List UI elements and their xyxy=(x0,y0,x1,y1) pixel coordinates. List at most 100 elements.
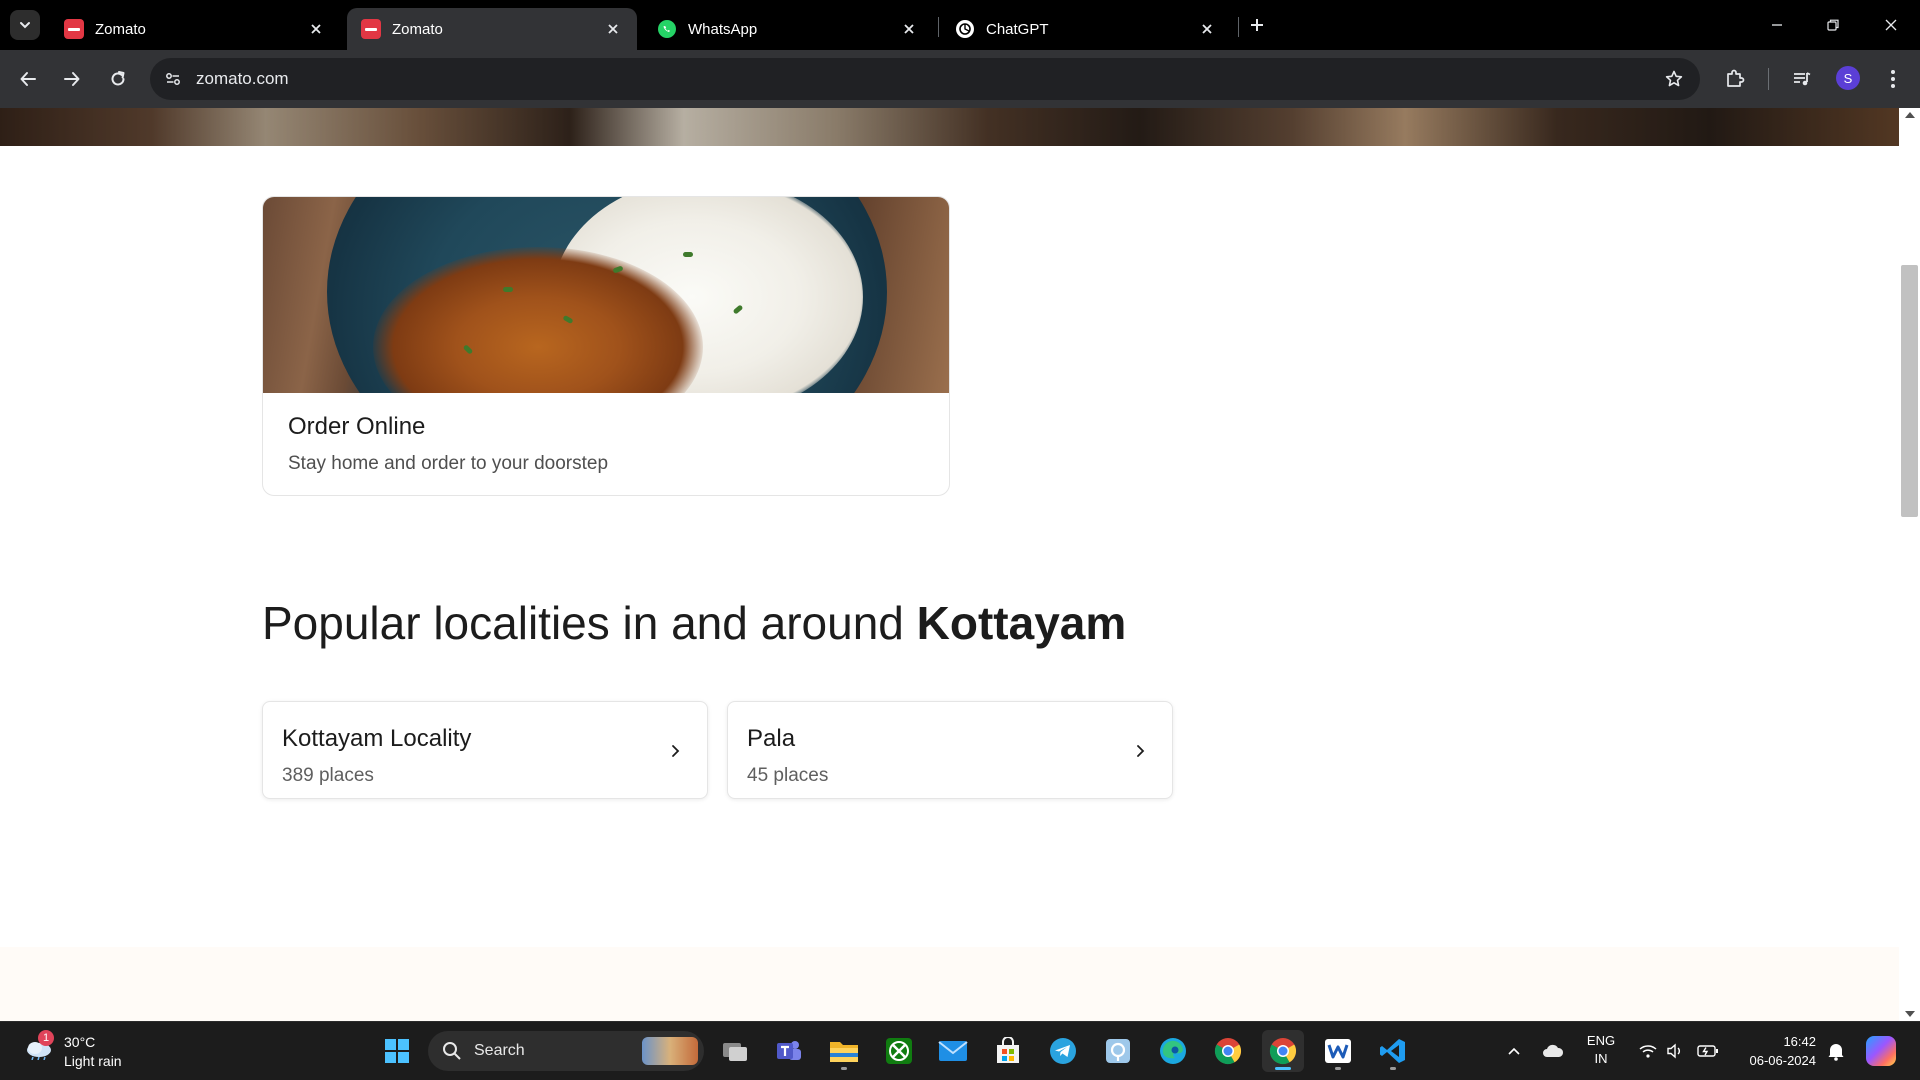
quick-assist-icon xyxy=(1106,1039,1130,1063)
page-content: Order Online Stay home and order to your… xyxy=(0,108,1899,1021)
mail-app[interactable] xyxy=(932,1030,974,1072)
locality-name: Pala xyxy=(747,725,796,752)
new-tab-button[interactable] xyxy=(1244,12,1270,38)
scrollbar-thumb[interactable] xyxy=(1901,265,1918,517)
weather-widget[interactable]: 1 30°C Light rain xyxy=(20,1030,170,1074)
locality-name: Kottayam Locality xyxy=(282,725,472,752)
extensions-button[interactable] xyxy=(1720,64,1750,94)
quick-assist-app[interactable] xyxy=(1097,1030,1139,1072)
system-clock[interactable]: 16:42 06-06-2024 xyxy=(1736,1032,1817,1070)
localities-heading: Popular localities in and around Kottaya… xyxy=(262,596,1126,650)
weather-temperature: 30°C xyxy=(64,1034,96,1050)
forward-button[interactable] xyxy=(57,64,87,94)
address-bar[interactable]: zomato.com xyxy=(150,58,1700,100)
bookmark-star-icon[interactable] xyxy=(1662,67,1686,91)
media-controls-button[interactable] xyxy=(1787,64,1817,94)
onedrive-tray[interactable] xyxy=(1542,1040,1564,1062)
windows-logo-icon xyxy=(385,1039,409,1063)
scroll-up-arrow-icon[interactable] xyxy=(1905,112,1915,118)
input-language-indicator[interactable]: ENG IN xyxy=(1584,1032,1618,1068)
tab-whatsapp[interactable]: WhatsApp xyxy=(643,8,933,50)
taskbar-search[interactable]: Search xyxy=(428,1031,704,1071)
order-online-card[interactable]: Order Online Stay home and order to your… xyxy=(262,196,950,496)
mail-icon xyxy=(938,1041,968,1061)
battery-tray[interactable] xyxy=(1697,1040,1719,1062)
minimize-button[interactable] xyxy=(1762,10,1792,40)
tab-separator xyxy=(938,17,939,37)
running-indicator xyxy=(841,1067,847,1070)
close-tab-icon[interactable] xyxy=(306,19,326,39)
wifi-tray[interactable] xyxy=(1637,1040,1659,1062)
puzzle-icon xyxy=(1727,69,1745,87)
running-indicator xyxy=(1390,1067,1396,1070)
tab-title: ChatGPT xyxy=(986,20,1049,38)
order-online-subtitle: Stay home and order to your doorstep xyxy=(288,453,609,474)
close-icon xyxy=(1885,19,1897,31)
word-app[interactable] xyxy=(1317,1030,1359,1072)
notifications-button[interactable] xyxy=(1825,1040,1847,1062)
tab-zomato-2[interactable]: Zomato xyxy=(347,8,637,50)
tab-title: Zomato xyxy=(95,20,146,38)
edge-app[interactable] xyxy=(1152,1030,1194,1072)
page-scrollbar[interactable] xyxy=(1899,108,1920,1021)
active-app-indicator xyxy=(1275,1067,1291,1070)
tab-chatgpt[interactable]: ChatGPT xyxy=(941,8,1231,50)
telegram-app[interactable] xyxy=(1042,1030,1084,1072)
volume-tray[interactable] xyxy=(1664,1040,1686,1062)
tab-title: Zomato xyxy=(392,20,443,38)
task-view-button[interactable] xyxy=(714,1030,756,1072)
tab-zomato-1[interactable]: Zomato xyxy=(50,8,340,50)
hero-banner-image xyxy=(0,108,1899,146)
weather-description: Light rain xyxy=(64,1053,122,1069)
start-button[interactable] xyxy=(376,1030,418,1072)
show-hidden-icons-button[interactable] xyxy=(1503,1040,1525,1062)
search-placeholder: Search xyxy=(474,1042,525,1059)
bell-icon xyxy=(1828,1044,1844,1061)
windows-taskbar: 1 30°C Light rain Search ENG IN 16:42 06… xyxy=(0,1021,1920,1080)
store-icon xyxy=(997,1037,1019,1063)
site-settings-icon[interactable] xyxy=(162,68,184,90)
wifi-icon xyxy=(1639,1045,1657,1058)
plus-icon xyxy=(1251,19,1263,31)
locality-card-pala[interactable]: Pala 45 places xyxy=(727,701,1173,799)
file-explorer-app[interactable] xyxy=(823,1030,865,1072)
tab-search-button[interactable] xyxy=(10,10,40,40)
chrome-icon xyxy=(1269,1038,1297,1065)
cloud-icon xyxy=(1543,1044,1564,1057)
vscode-app[interactable] xyxy=(1372,1030,1414,1072)
task-view-icon xyxy=(723,1043,747,1061)
teams-app[interactable] xyxy=(768,1030,810,1072)
browser-tab-strip: Zomato Zomato WhatsApp ChatGPT xyxy=(0,0,1920,50)
copilot-button[interactable] xyxy=(1866,1036,1896,1066)
clock-time: 16:42 xyxy=(1783,1034,1816,1049)
edge-icon xyxy=(1160,1038,1186,1064)
toolbar-divider xyxy=(1768,68,1769,90)
speaker-icon xyxy=(1667,1043,1680,1059)
microsoft-store-app[interactable] xyxy=(987,1030,1029,1072)
tab-title: WhatsApp xyxy=(688,20,758,38)
zomato-icon xyxy=(64,19,84,39)
close-tab-icon[interactable] xyxy=(899,19,919,39)
locality-card-kottayam-locality[interactable]: Kottayam Locality 389 places xyxy=(262,701,708,799)
order-online-title: Order Online xyxy=(288,413,426,440)
xbox-app[interactable] xyxy=(878,1030,920,1072)
locality-count: 45 places xyxy=(747,765,829,786)
chatgpt-icon xyxy=(955,19,975,39)
close-window-button[interactable] xyxy=(1876,10,1906,40)
scroll-down-arrow-icon[interactable] xyxy=(1905,1011,1915,1017)
back-button[interactable] xyxy=(13,64,43,94)
more-vertical-icon xyxy=(1891,70,1895,88)
url-text[interactable]: zomato.com xyxy=(196,69,289,89)
reload-button[interactable] xyxy=(103,64,133,94)
restore-button[interactable] xyxy=(1818,10,1848,40)
teams-icon xyxy=(777,1041,801,1060)
arrow-left-icon xyxy=(20,72,36,86)
profile-avatar[interactable]: S xyxy=(1836,66,1860,90)
chrome-app[interactable] xyxy=(1207,1030,1249,1072)
browser-menu-button[interactable] xyxy=(1878,64,1908,94)
zomato-icon xyxy=(361,19,381,39)
food-image xyxy=(263,197,949,393)
close-tab-icon[interactable] xyxy=(603,19,623,39)
chrome-app-active[interactable] xyxy=(1262,1030,1304,1072)
close-tab-icon[interactable] xyxy=(1197,19,1217,39)
